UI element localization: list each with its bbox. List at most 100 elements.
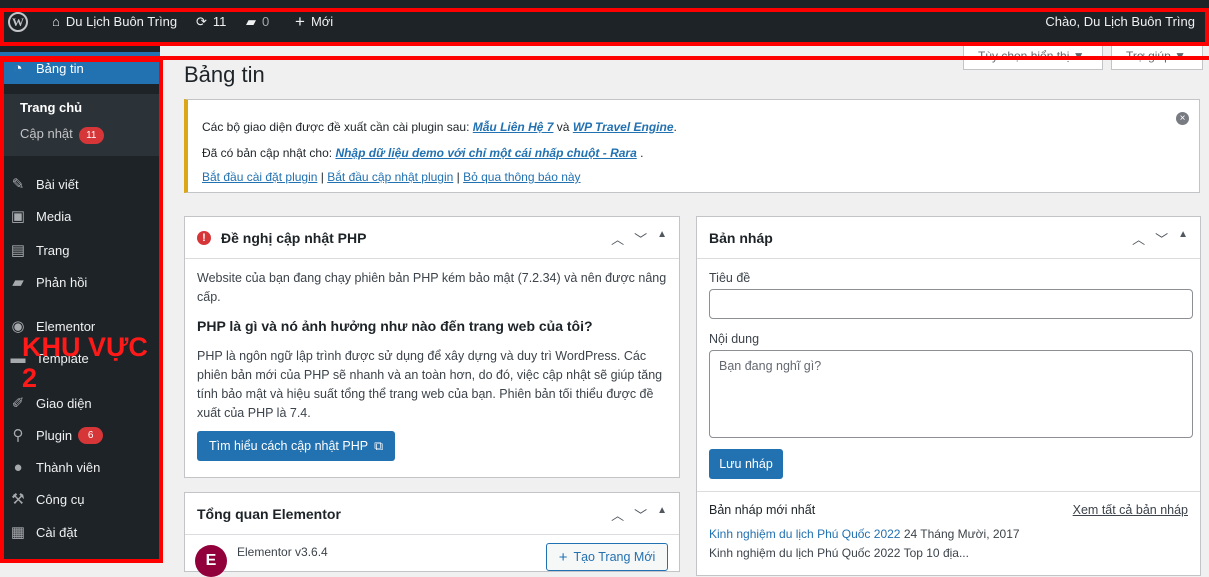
menu-label: Công cụ — [36, 491, 85, 507]
plus-icon: + — [295, 12, 305, 31]
learn-php-update-button[interactable]: Tìm hiểu cách cập nhật PHP ⧉ — [197, 431, 395, 461]
create-page-button[interactable]: + Tạo Trang Mới — [546, 543, 668, 571]
view-all-drafts-link[interactable]: Xem tất cả bản nháp — [1073, 501, 1188, 520]
draft-box-title: Bản nháp — [709, 229, 773, 246]
elementor-box-title: Tổng quan Elementor — [197, 505, 341, 522]
plugin-notice: Các bộ giao diện được đề xuất cần cài pl… — [184, 99, 1200, 193]
comments-count: 0 — [262, 14, 270, 29]
user-icon: ● — [13, 458, 23, 476]
submenu-updates[interactable]: Cập nhật 11 — [20, 126, 104, 144]
notice-link-contact7[interactable]: Mẫu Liên Hệ 7 — [473, 120, 554, 134]
menu-label: Media — [36, 208, 72, 224]
update-plugins-link[interactable]: Bắt đầu cập nhật plugin — [327, 170, 453, 184]
site-name-link[interactable]: ⌂ Du Lịch Buôn Trìng — [52, 0, 177, 44]
plugin-icon: ⚲ — [12, 427, 24, 444]
content-placeholder: Bạn đang nghĩ gì? — [719, 359, 822, 373]
comments-link[interactable]: ▰ 0 — [246, 0, 269, 44]
button-label: Tìm hiểu cách cập nhật PHP — [208, 439, 369, 453]
php-intro: Website của bạn đang chạy phiên bản PHP … — [197, 271, 667, 304]
menu-settings[interactable]: ▦ Cài đặt — [0, 516, 160, 548]
php-update-box: ! Đề nghị cập nhật PHP ︿ ﹀ ▲ Website của b… — [184, 216, 680, 478]
draft-link[interactable]: Kinh nghiệm du lịch Phú Quốc 2022 — [709, 527, 900, 541]
save-draft-button[interactable]: Lưu nháp — [709, 449, 783, 479]
php-heading: PHP là gì và nó ảnh hưởng như nào đến tr… — [197, 318, 593, 334]
help-button[interactable]: Trợ giúp ▼ — [1111, 44, 1203, 70]
button-label: Tạo Trang Mới — [573, 550, 656, 564]
notice-line-2: Đã có bản cập nhật cho: Nhập dữ liệu dem… — [202, 146, 644, 160]
plugins-badge: 6 — [78, 426, 104, 444]
elementor-logo-icon: E — [195, 545, 227, 577]
quick-draft-box: Bản nháp ︿ ﹀ ▲ Tiêu đề Nội dung Bạn đang n… — [696, 216, 1201, 576]
draft-item: Kinh nghiệm du lịch Phú Quốc 2022 Top 10… — [709, 544, 1188, 563]
toggle-icon[interactable]: ▲ — [1178, 229, 1188, 248]
menu-label: Phản hồi — [36, 274, 88, 290]
toggle-icon[interactable]: ▲ — [657, 505, 667, 524]
updates-link[interactable]: ⟳ 11 — [196, 0, 226, 44]
menu-posts[interactable]: ✎ Bài viết — [0, 168, 160, 200]
site-name: Du Lịch Buôn Trìng — [65, 14, 178, 29]
title-label: Tiêu đề — [709, 271, 751, 285]
annotation-label: KHU VỰC 2 — [22, 332, 148, 393]
menu-pages[interactable]: ▤ Trang — [0, 234, 160, 266]
comment-icon: ▰ — [12, 274, 24, 291]
menu-label: Trang — [36, 242, 70, 258]
screen-options-button[interactable]: Tùy chọn hiển thị ▼ — [963, 44, 1103, 70]
page-title: Bảng tin — [184, 62, 265, 87]
dismiss-notice-link[interactable]: Bỏ qua thông báo này — [463, 170, 580, 184]
elementor-box-header[interactable]: Tổng quan Elementor — [185, 493, 679, 535]
move-up-icon[interactable]: ︿ — [611, 505, 624, 524]
menu-plugins[interactable]: ⚲ Plugin 6 — [0, 419, 160, 451]
home-icon: ⌂ — [52, 14, 60, 29]
comment-bubble-icon: ▰ — [246, 14, 256, 29]
elementor-overview-box: Tổng quan Elementor ︿ ﹀ ▲ E Elementor v3.6… — [184, 492, 680, 577]
menu-dashboard[interactable]: ◔ Bảng tin — [0, 52, 160, 84]
page-icon: ▤ — [10, 242, 26, 259]
move-down-icon[interactable]: ﹀ — [1155, 229, 1168, 248]
draft-title-input[interactable] — [709, 289, 1193, 319]
move-down-icon[interactable]: ﹀ — [634, 229, 647, 248]
draft-content-textarea[interactable]: Bạn đang nghĩ gì? — [709, 350, 1193, 438]
draft-box-header[interactable]: Bản nháp — [697, 217, 1200, 259]
wrench-icon: ⚒ — [11, 491, 25, 508]
dashboard-icon: ◔ — [13, 59, 23, 77]
move-up-icon[interactable]: ︿ — [611, 229, 624, 248]
menu-users[interactable]: ● Thành viên — [0, 451, 160, 483]
install-plugins-link[interactable]: Bắt đầu cài đặt plugin — [202, 170, 317, 184]
box-controls: ︿ ﹀ ▲ — [611, 505, 667, 524]
php-box-header[interactable]: ! Đề nghị cập nhật PHP — [185, 217, 679, 259]
notice-link-rara[interactable]: Nhập dữ liệu demo với chỉ một cái nhấp c… — [335, 146, 636, 160]
menu-comments[interactable]: ▰ Phản hồi — [0, 266, 160, 298]
wordpress-logo-icon[interactable]: W — [8, 0, 28, 44]
divider — [697, 491, 1200, 492]
content-label: Nội dung — [709, 332, 760, 346]
my-account-link[interactable]: Chào, Du Lịch Buôn Trìng — [1045, 0, 1195, 44]
menu-label: Bài viết — [36, 176, 79, 192]
new-content-link[interactable]: + Mới — [295, 0, 333, 44]
move-down-icon[interactable]: ﹀ — [634, 505, 647, 524]
menu-media[interactable]: ▣ Media — [0, 200, 160, 232]
notice-line-1: Các bộ giao diện được đề xuất cần cài pl… — [202, 120, 677, 134]
draft-date: 24 Tháng Mười, 2017 — [903, 527, 1020, 541]
dashboard-submenu: Trang chủ Cập nhật 11 — [0, 94, 160, 156]
updates-count: 11 — [212, 14, 227, 29]
toggle-icon[interactable]: ▲ — [657, 229, 667, 248]
notice-link-travel-engine[interactable]: WP Travel Engine — [573, 120, 674, 134]
menu-tools[interactable]: ⚒ Công cụ — [0, 483, 160, 515]
external-link-icon: ⧉ — [374, 438, 384, 453]
php-box-title: Đề nghị cập nhật PHP — [221, 229, 367, 246]
draft-link[interactable]: Kinh nghiệm du lịch Phú Quốc 2022 Top 10… — [709, 546, 969, 560]
submenu-home[interactable]: Trang chủ — [20, 100, 82, 115]
menu-label: Plugin — [36, 427, 73, 443]
php-body: PHP là ngôn ngữ lập trình được sử dụng đ… — [197, 349, 663, 420]
new-label: Mới — [310, 14, 334, 29]
admin-sidebar: ◔ Bảng tin Trang chủ Cập nhật 11 ✎ Bài viế… — [0, 44, 160, 563]
menu-label: Bảng tin — [36, 60, 84, 76]
notice-text: Đã có bản cập nhật cho: — [202, 146, 333, 160]
box-controls: ︿ ﹀ ▲ — [1132, 229, 1188, 248]
box-controls: ︿ ﹀ ▲ — [611, 229, 667, 248]
close-icon[interactable]: × — [1176, 112, 1189, 125]
notice-text: Các bộ giao diện được đề xuất cần cài pl… — [202, 120, 470, 134]
move-up-icon[interactable]: ︿ — [1132, 229, 1145, 248]
notice-actions: Bắt đầu cài đặt plugin | Bắt đầu cập nhậ… — [202, 170, 581, 184]
brush-icon: ✐ — [11, 395, 25, 412]
